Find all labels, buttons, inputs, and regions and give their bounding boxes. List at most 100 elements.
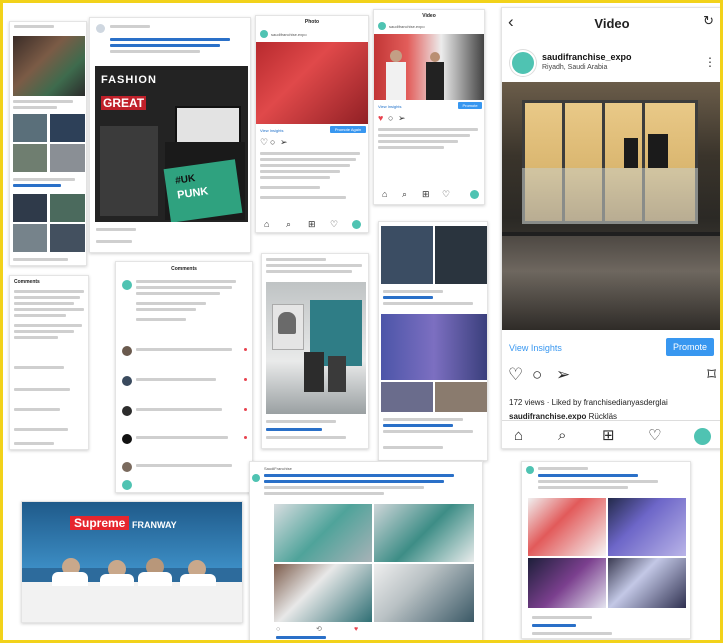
avatar[interactable] [378, 22, 386, 30]
commenter-avatar-6[interactable] [122, 462, 132, 472]
heart-icon[interactable] [244, 378, 247, 381]
heart-icon[interactable]: ♡ [508, 366, 523, 383]
search-icon[interactable]: ⌕ [286, 220, 291, 229]
timeline-photo-6[interactable] [13, 194, 47, 222]
instagram-video-main-card: ‹ Video ↻ saudifranchise_expo Riyadh, Sa… [501, 7, 720, 449]
search-icon[interactable]: ⌕ [402, 190, 407, 199]
photo-account-name[interactable]: saudifranchise.expo [271, 32, 307, 37]
retweet-icon[interactable]: ⟲ [316, 626, 322, 633]
heart-icon[interactable] [244, 408, 247, 411]
account-name[interactable]: saudifranchise_expo [542, 52, 632, 62]
right-tweet-photo-3[interactable] [528, 558, 606, 608]
heart-icon[interactable] [244, 436, 247, 439]
heart-icon[interactable]: ♥ [378, 114, 383, 123]
heart-icon[interactable] [244, 348, 247, 351]
location-label[interactable]: Riyadh, Saudi Arabia [542, 64, 607, 71]
refresh-icon[interactable]: ↻ [703, 14, 714, 27]
timeline-photo-5[interactable] [50, 144, 85, 172]
banner-franway-text: FRANWAY [132, 520, 177, 530]
timeline-photo-8[interactable] [13, 224, 47, 252]
video-small-promote[interactable]: Promote [458, 102, 482, 109]
comment-icon[interactable]: ○ [388, 114, 393, 123]
timeline-photo-9[interactable] [50, 224, 85, 252]
heart-icon[interactable]: ♡ [330, 220, 338, 229]
add-icon[interactable]: ⊞ [422, 190, 430, 199]
send-comment-avatar[interactable] [122, 480, 132, 490]
right-tweet-photo-4[interactable] [608, 558, 686, 608]
comment-icon[interactable]: ○ [270, 138, 275, 147]
avatar[interactable] [252, 474, 260, 482]
commenter-avatar-1[interactable] [122, 280, 132, 290]
commenter-avatar-4[interactable] [122, 406, 132, 416]
tweet-photo-b[interactable] [435, 226, 487, 284]
timeline-photo-2[interactable] [13, 114, 47, 142]
left-timeline-card [9, 21, 87, 266]
fashion-text-4: PUNK [176, 185, 210, 202]
comments-left-title: Comments [14, 279, 40, 285]
home-icon[interactable]: ⌂ [514, 428, 523, 443]
comment-icon[interactable]: ○ [532, 366, 542, 383]
avatar[interactable] [470, 190, 479, 199]
tweet-photo-a[interactable] [381, 226, 433, 284]
bottom-tweet-photo-2[interactable] [374, 504, 474, 562]
avatar[interactable] [352, 220, 361, 229]
exhibition-booth-photo[interactable] [266, 282, 366, 414]
timeline-photo-3[interactable] [50, 114, 85, 142]
four-photo-tweet-card [378, 221, 488, 461]
timeline-photo-1[interactable] [13, 36, 85, 96]
commenter-avatar-2[interactable] [122, 346, 132, 356]
comments-left-card: Comments [9, 275, 89, 450]
home-icon[interactable]: ⌂ [264, 220, 269, 229]
right-tweet-photo-2[interactable] [608, 498, 686, 556]
view-insights-link[interactable]: View Insights [509, 343, 562, 353]
home-icon[interactable]: ⌂ [382, 190, 387, 199]
send-icon[interactable]: ➢ [556, 366, 570, 383]
heart-icon[interactable]: ♥ [354, 626, 358, 633]
bookmark-icon[interactable]: ⌑ [707, 366, 716, 383]
search-icon[interactable]: ⌕ [558, 428, 566, 443]
add-icon[interactable]: ⊞ [602, 428, 615, 443]
commenter-avatar-3[interactable] [122, 376, 132, 386]
comments-panel-card: Comments [115, 261, 253, 493]
timeline-photo-7[interactable] [50, 194, 85, 222]
avatar[interactable] [526, 466, 534, 474]
bottom-tweet-handle[interactable]: SaudiFranchise [264, 466, 292, 471]
heart-icon[interactable]: ♡ [648, 428, 661, 443]
more-options-icon[interactable]: ⋮ [704, 56, 716, 68]
video-small-view-insights[interactable]: View Insights [378, 104, 402, 109]
bottom-tweet-photo-1[interactable] [274, 504, 372, 562]
avatar[interactable] [260, 30, 268, 38]
photo-post-image[interactable] [256, 42, 368, 124]
send-icon[interactable]: ➢ [398, 114, 406, 123]
bottom-tweet-photo-3[interactable] [274, 564, 372, 622]
video-player[interactable] [502, 82, 720, 330]
heart-icon[interactable]: ♡ [260, 138, 268, 147]
fashion-text-3: #UK [174, 173, 196, 187]
fashion-photo[interactable]: FASHION GREAT #UK PUNK [95, 66, 248, 222]
promote-button[interactable]: Promote [666, 338, 714, 356]
reply-icon[interactable]: ○ [276, 626, 280, 633]
add-icon[interactable]: ⊞ [308, 220, 316, 229]
avatar[interactable] [510, 50, 536, 76]
social-media-collage: FASHION GREAT #UK PUNK Comments Comments… [0, 0, 723, 643]
exhibition-booth-card [261, 253, 369, 449]
comments-panel-title: Comments [171, 266, 197, 272]
video-small-account[interactable]: saudifranchise.expo [389, 24, 425, 29]
bottom-tweet-card: SaudiFranchise ○ ⟲ ♥ [249, 461, 483, 640]
conference-banner-photo[interactable]: Supreme FRANWAY [21, 501, 243, 623]
timeline-photo-4[interactable] [13, 144, 47, 172]
heart-icon[interactable]: ♡ [442, 190, 450, 199]
banner-supreme-text: Supreme [70, 516, 130, 530]
bottom-tweet-photo-4[interactable] [374, 564, 474, 622]
photo-header-title: Photo [304, 19, 320, 25]
photo-view-insights[interactable]: View Insights [260, 128, 284, 133]
tweet-photo-d[interactable] [381, 382, 433, 412]
tweet-photo-c[interactable] [381, 314, 487, 380]
right-tweet-photo-1[interactable] [528, 498, 606, 556]
tweet-photo-e[interactable] [435, 382, 487, 412]
photo-promote-button[interactable]: Promote Again [330, 126, 366, 133]
commenter-avatar-5[interactable] [122, 434, 132, 444]
avatar[interactable] [694, 428, 711, 445]
send-icon[interactable]: ➢ [280, 138, 288, 147]
views-and-likes[interactable]: 172 views · Liked by franchisedianyasder… [509, 398, 668, 407]
